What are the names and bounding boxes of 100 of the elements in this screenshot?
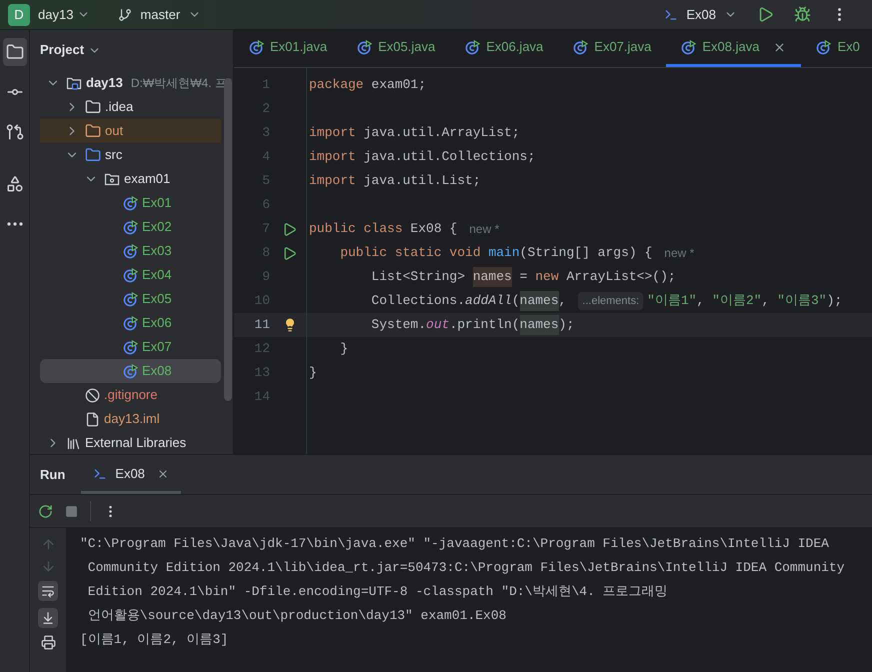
code-token: ArrayList<>(); [565, 268, 676, 286]
code-token: } [309, 364, 317, 382]
editor-tab[interactable]: Ex06.java [450, 30, 558, 67]
tree-item[interactable]: Ex08 [40, 359, 221, 383]
tree-label: out [105, 122, 124, 140]
tree-label: .idea [105, 98, 134, 116]
editor-tab[interactable]: Ex07.java [558, 30, 666, 67]
class-icon [123, 316, 138, 330]
tree-item[interactable]: Ex07 [40, 335, 221, 359]
scroll-end-icon [41, 611, 55, 625]
class-icon [357, 40, 372, 54]
run-tab[interactable]: Ex08 [81, 456, 181, 494]
rerun-icon[interactable] [38, 504, 53, 518]
folder-icon [85, 99, 101, 115]
class-icon [123, 220, 138, 234]
run-config-selector[interactable]: Ex08 [660, 4, 741, 24]
code-token: System. [370, 316, 426, 334]
console-line: Community Edition 2024.1\lib\idea_rt.jar=50473:C:\Program Files\JetBrains\IntelliJ IDEA Community [86, 559, 846, 578]
code-token: out [426, 316, 450, 334]
class-icon [573, 40, 588, 54]
code-token: , [762, 292, 770, 310]
pull-request-icon [6, 123, 24, 141]
soft-wrap-button[interactable] [38, 581, 58, 601]
tree-item[interactable]: External Libraries [40, 431, 221, 454]
stop-icon[interactable] [65, 504, 78, 518]
tree-item[interactable]: day13.iml [40, 407, 221, 431]
code-token: } [339, 340, 348, 358]
project-badge: D [8, 4, 30, 26]
tree-label: exam01 [124, 170, 170, 188]
folder-icon [6, 43, 24, 61]
package-icon [104, 171, 120, 187]
code-token: "이름3" [777, 292, 827, 310]
console-icon [664, 8, 678, 22]
bug-icon[interactable] [794, 6, 811, 23]
close-icon[interactable] [773, 40, 786, 54]
editor-tab[interactable]: Ex05.java [342, 30, 450, 67]
scroll-to-end-button[interactable] [38, 608, 58, 628]
console-line: "C:\Program Files\Java\jdk-17\bin\java.exe" "-javaagent:C:\Program Files\JetBrains\IntelliJ IDEA [80, 535, 830, 554]
branch-selector[interactable]: master [114, 4, 206, 24]
library-icon [66, 436, 81, 450]
run-icon[interactable] [757, 6, 774, 23]
tree-item[interactable]: Ex03 [40, 239, 221, 263]
tool-window-button[interactable] [2, 38, 26, 66]
tree-label: Ex04 [142, 266, 172, 284]
console-line: Edition 2024.1\bin" -Dfile.encoding=UTF-8 -classpath "D:\박세현\4. 프로그래밍 [86, 583, 669, 602]
console-icon [93, 466, 108, 480]
scrollbar[interactable] [224, 78, 232, 401]
tree-label: External Libraries [85, 434, 186, 452]
code-token: import [309, 124, 356, 142]
close-icon[interactable] [156, 468, 169, 480]
console-line: [이름1, 이름2, 이름3] [80, 631, 230, 650]
class-icon [123, 244, 138, 258]
wrap-icon [41, 584, 55, 598]
tree-item[interactable]: .gitignore [40, 383, 221, 407]
panel-title-dropdown[interactable]: Project [40, 40, 102, 60]
code-token: .println( [449, 316, 520, 334]
tree-label: src [105, 146, 122, 164]
class-icon [465, 40, 480, 54]
editor-tab[interactable]: Ex08.java [666, 30, 802, 67]
project-switcher[interactable]: day13 [34, 4, 94, 24]
class-icon [249, 40, 264, 54]
tree-label: Ex07 [142, 338, 172, 356]
code-token: import [309, 172, 356, 190]
code-token: "이름1" [647, 292, 697, 310]
code-token: java.util.List; [362, 172, 481, 190]
code-token: Collections. [370, 292, 466, 310]
code-token: names [472, 267, 512, 287]
run-gutter-icon[interactable] [282, 246, 297, 260]
code-token: exam01; [370, 76, 426, 94]
tree-item[interactable]: Ex05 [40, 287, 221, 311]
code-token: addAll [465, 292, 512, 310]
tree-item[interactable]: Ex01 [40, 191, 221, 215]
code-token: ); [558, 316, 574, 334]
tree-item[interactable]: Ex06 [40, 311, 221, 335]
tree-item[interactable]: out [40, 119, 221, 143]
code-token: public class [309, 220, 403, 238]
tree-label: day13.iml [104, 410, 160, 428]
code-token: ( [512, 292, 520, 310]
ignore-file-icon [85, 388, 100, 402]
more-icon [6, 222, 22, 226]
tree-item[interactable]: .idea [40, 95, 221, 119]
author-hint: new * [664, 245, 694, 262]
tree-item[interactable]: src [40, 143, 221, 167]
code-token: package [309, 76, 364, 94]
tree-label: Ex03 [142, 242, 172, 260]
editor-tab[interactable]: Ex0 [801, 30, 872, 67]
editor-tab[interactable]: Ex01.java [234, 30, 342, 67]
console-line: 언어활용\source\day13\out\production\day13" exam01.Ex08 [86, 607, 508, 626]
tree-label: Ex06 [142, 314, 172, 332]
class-icon [123, 340, 138, 354]
code-token: main [488, 244, 520, 262]
print-icon[interactable] [40, 635, 56, 650]
panel-title: Run [40, 466, 66, 484]
module-folder-icon [66, 75, 82, 91]
code-token: new [535, 268, 559, 286]
tree-item[interactable]: exam01 [40, 167, 221, 191]
run-gutter-icon[interactable] [282, 222, 297, 236]
tree-item[interactable]: Ex04 [40, 263, 221, 287]
tree-item[interactable]: Ex02 [40, 215, 221, 239]
code-token: java.util.Collections; [362, 148, 536, 166]
